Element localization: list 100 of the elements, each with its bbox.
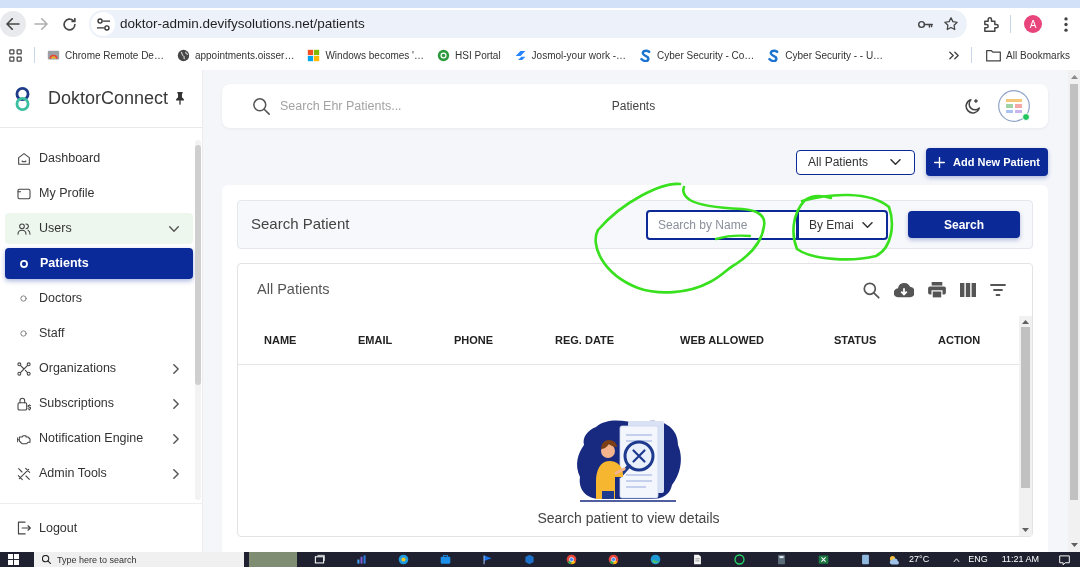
empty-state-message: Search patient to view details <box>537 509 720 528</box>
filter-icon[interactable] <box>990 284 1006 296</box>
sidebar-item[interactable]: Admin Tools <box>5 458 193 489</box>
site-info-button[interactable] <box>91 12 115 36</box>
flag-icon[interactable] <box>482 554 493 565</box>
name-field[interactable]: Search by Name <box>646 209 798 240</box>
scrollbar-track[interactable] <box>1019 316 1032 536</box>
scroll-down-icon[interactable] <box>1022 528 1029 532</box>
bookmark-link[interactable]: HSI Portal <box>437 47 501 63</box>
notification-icon[interactable] <box>1059 554 1070 565</box>
calculator-icon[interactable] <box>776 554 787 565</box>
taskbar-search-field[interactable]: Type here to search <box>34 552 244 567</box>
language-indicator[interactable]: ENG <box>968 552 988 567</box>
pin-icon[interactable] <box>176 92 184 105</box>
reload-icon <box>62 17 76 31</box>
puzzle-icon[interactable] <box>984 16 999 32</box>
photo-placeholder <box>249 552 297 567</box>
column-header[interactable]: STATUS <box>834 331 877 349</box>
apps-grid-icon[interactable] <box>9 48 22 62</box>
bookmark-link[interactable]: appointments.oisser… <box>176 47 295 63</box>
scrollbar-thumb[interactable] <box>1070 84 1078 500</box>
sidebar-item[interactable]: Users <box>5 213 193 244</box>
table-title: All Patients <box>257 280 330 300</box>
weather-reading: 27°C <box>909 552 930 566</box>
sidebar-item[interactable]: Dashboard <box>5 143 193 174</box>
chart-icon[interactable] <box>356 554 367 565</box>
key-icon[interactable] <box>918 19 933 29</box>
sidebar-item[interactable]: Organizations <box>5 353 193 384</box>
plus-icon <box>934 156 946 168</box>
bookmark-link[interactable]: Cyber Security - - U… <box>767 47 884 63</box>
start-icon[interactable] <box>8 554 19 565</box>
tune-icon <box>96 17 110 31</box>
clock-time[interactable]: 11:21 AM <box>1001 552 1039 567</box>
profile-avatar[interactable]: A <box>1024 15 1042 33</box>
column-header[interactable]: NAME <box>264 331 297 349</box>
panel-title: Search Patient <box>251 214 350 235</box>
back-button[interactable] <box>0 11 26 37</box>
logout-link[interactable]: Logout <box>5 512 193 544</box>
patient-filter-select[interactable]: All Patients <box>796 149 915 175</box>
printer-icon[interactable] <box>928 282 946 298</box>
logout-icon <box>17 521 31 535</box>
caret-up-icon[interactable] <box>953 557 961 562</box>
search-type-select[interactable]: By Emai <box>798 209 888 240</box>
scrollbar-thumb[interactable] <box>1021 327 1030 488</box>
column-header[interactable]: PHONE <box>454 331 494 349</box>
tablet-icon[interactable] <box>860 554 871 565</box>
chevron-right-icon <box>173 468 179 479</box>
scrollbar-track[interactable] <box>195 140 201 500</box>
columns-icon[interactable] <box>960 283 976 297</box>
star-icon[interactable] <box>944 17 958 31</box>
round-app-icon[interactable] <box>398 554 409 565</box>
chevron-right-icon <box>173 398 179 409</box>
browser-icon[interactable] <box>608 554 619 565</box>
chevron-right-icon <box>173 363 179 374</box>
ring-icon[interactable] <box>734 554 745 565</box>
scroll-up-icon[interactable] <box>1022 320 1029 324</box>
bookmark-link[interactable]: Chrome Remote De… <box>47 47 164 63</box>
document-icon[interactable] <box>692 554 703 565</box>
s-logo-icon <box>639 48 653 62</box>
moon-icon[interactable] <box>965 98 981 114</box>
ring-icon <box>20 295 27 302</box>
spreadsheet-icon[interactable] <box>818 554 829 565</box>
column-header[interactable]: WEB ALLOWED <box>680 331 764 349</box>
cloud-download-icon[interactable] <box>894 282 914 298</box>
search-field[interactable]: Search Ehr Patients... <box>280 96 480 116</box>
column-header[interactable]: EMAIL <box>358 331 393 349</box>
page-title: Patients <box>611 98 656 115</box>
search-button[interactable]: Search <box>908 211 1020 238</box>
scrollbar-track[interactable] <box>1068 70 1080 552</box>
scroll-down-icon[interactable] <box>1070 543 1078 547</box>
s-logo-icon <box>767 48 781 62</box>
bookmark-link[interactable]: Josmol-your work -… <box>513 47 627 63</box>
sidebar-subitem[interactable]: Staff <box>5 318 193 349</box>
scroll-up-icon[interactable] <box>1070 75 1078 79</box>
sidebar-subitem[interactable]: Patients <box>5 248 193 279</box>
ring-icon <box>20 259 28 268</box>
address-bar[interactable]: doktor-admin.devifysolutions.net/patients <box>89 10 967 38</box>
search-icon <box>42 555 51 564</box>
menu-icon[interactable] <box>1064 16 1068 32</box>
briefcase-icon[interactable] <box>440 554 451 565</box>
brand-name: DoktorConnect <box>48 87 169 110</box>
all-bookmarks-button[interactable]: All Bookmarks <box>986 47 1070 63</box>
sidebar-item[interactable]: My Profile <box>5 178 193 209</box>
column-header[interactable]: ACTION <box>938 331 981 349</box>
scrollbar-thumb[interactable] <box>195 145 201 385</box>
sidebar-item[interactable]: Subscriptions <box>5 388 193 419</box>
double-chevron-icon[interactable] <box>949 50 960 60</box>
arrows-logo-icon <box>513 48 527 62</box>
search-icon[interactable] <box>863 281 880 299</box>
task-view-icon[interactable] <box>314 554 325 565</box>
bookmark-link[interactable]: Windows becomes '… <box>307 47 425 63</box>
sidebar-item[interactable]: Notification Engine <box>5 423 193 454</box>
sidebar-subitem[interactable]: Doctors <box>5 283 193 314</box>
add-patient-button[interactable]: Add New Patient <box>926 148 1048 176</box>
tools-icon <box>17 466 31 481</box>
hexagon-icon[interactable] <box>524 554 535 565</box>
globe-icon[interactable] <box>650 554 661 565</box>
bookmark-link[interactable]: Cyber Security - Co… <box>639 47 755 63</box>
column-header[interactable]: REG. DATE <box>555 331 615 349</box>
browser-icon[interactable] <box>566 554 577 565</box>
